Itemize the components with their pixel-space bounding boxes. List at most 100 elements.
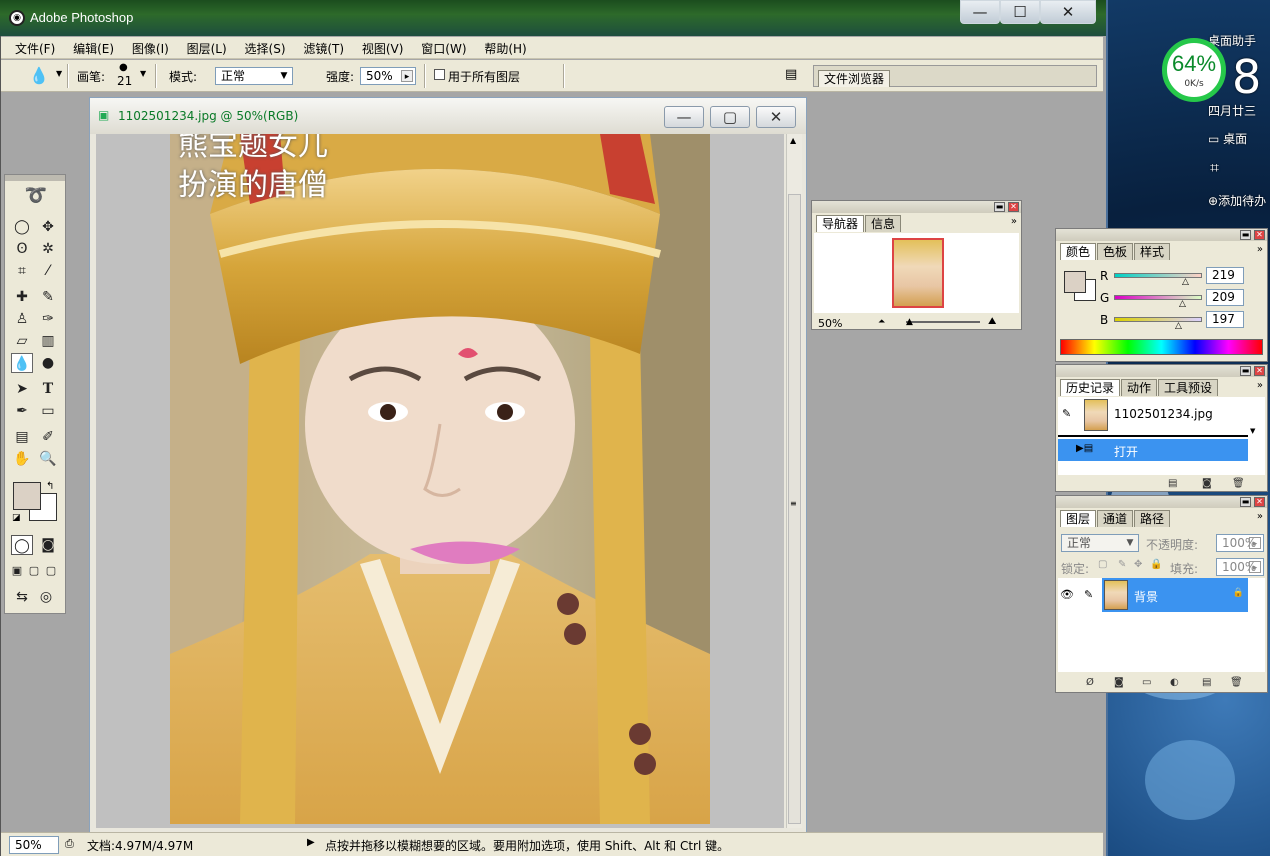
trash-icon[interactable]: 🗑 [1230,677,1243,688]
snapshot-thumbnail[interactable] [1084,399,1108,431]
layer-mask-icon[interactable]: ◙ [1114,677,1124,688]
palette-close-icon[interactable]: ✕ [1008,202,1019,212]
dodge-tool-icon[interactable]: ● [37,353,59,373]
tab-history[interactable]: 历史记录 [1060,379,1121,396]
adjustment-layer-icon[interactable]: ◐ [1170,677,1179,688]
menu-help[interactable]: 帮助(H) [484,37,526,57]
slice-tool-icon[interactable]: ⁄ [37,261,59,281]
r-slider-thumb-icon[interactable]: △ [1182,277,1189,287]
shape-tool-icon[interactable]: ▭ [37,401,59,421]
eyedropper-tool-icon[interactable]: ✐ [37,427,59,447]
brush-tool-icon[interactable]: ✎ [37,287,59,307]
crop-icon[interactable]: ⌗ [1210,158,1219,178]
doc-minimize-button[interactable]: — [664,106,704,128]
hand-tool-icon[interactable]: ✋ [11,449,33,469]
preset-dropdown-icon[interactable]: ▼ [56,69,62,78]
tab-styles[interactable]: 样式 [1134,243,1171,260]
marquee-tool-icon[interactable]: ◯ [11,217,33,237]
pen-tool-icon[interactable]: ✒ [11,401,33,421]
tab-paths[interactable]: 路径 [1134,510,1171,527]
desktop-shortcut[interactable]: ▭ 桌面 [1208,130,1247,147]
zoom-out-icon[interactable]: ⏶ [878,317,885,327]
tab-actions[interactable]: 动作 [1121,379,1158,396]
lock-pixels-icon[interactable]: ✎ [1118,559,1126,570]
notes-tool-icon[interactable]: ▤ [11,427,33,447]
palette-minimize-icon[interactable]: ▬ [994,202,1005,212]
foreground-color-swatch[interactable] [13,482,41,510]
layers-palette-header[interactable]: ▬ ✕ [1056,496,1267,508]
path-selection-tool-icon[interactable]: ➤ [11,379,33,399]
tab-swatches[interactable]: 色板 [1097,243,1134,260]
zoom-tool-icon[interactable]: 🔍 [37,449,59,469]
opacity-input[interactable]: 100% ▸ [1216,534,1264,552]
doc-close-button[interactable]: ✕ [756,106,796,128]
blur-tool-icon[interactable]: 💧 [11,353,33,373]
swap-colors-icon[interactable]: ↰ [46,481,54,492]
zoom-in-icon[interactable]: ⛰ [988,316,996,327]
clone-stamp-tool-icon[interactable]: ♙ [11,309,33,329]
palette-close-icon[interactable]: ✕ [1254,230,1265,240]
file-browser-tab[interactable]: 文件浏览器 [818,70,891,87]
blur-tool-preset-icon[interactable]: 💧 [29,66,49,85]
lock-transparency-icon[interactable]: ▢ [1098,559,1107,570]
zoom-slider[interactable] [906,321,980,323]
fill-input[interactable]: 100% ▸ [1216,558,1264,576]
menu-view[interactable]: 视图(V) [362,37,404,57]
tab-color[interactable]: 颜色 [1060,243,1097,260]
new-layer-icon[interactable]: ▤ [1202,677,1211,688]
screen-mode-standard-icon[interactable]: ▣ [9,561,25,581]
color-fg-swatch[interactable] [1064,271,1086,293]
menu-filter[interactable]: 滤镜(T) [303,37,344,57]
tab-navigator[interactable]: 导航器 [816,215,865,232]
scroll-up-icon[interactable]: ▲ [790,136,796,145]
palette-options-icon[interactable]: » [1257,244,1263,255]
r-value[interactable]: 219 [1206,267,1244,284]
new-snapshot-icon[interactable]: ◙ [1202,478,1212,489]
toolbox-grip[interactable] [5,175,65,181]
default-colors-icon[interactable]: ◪ [12,513,21,523]
zoom-field[interactable]: 50% [9,836,59,854]
tab-layers[interactable]: 图层 [1060,510,1097,527]
mode-select[interactable]: 正常 ▼ [215,67,293,85]
minimize-button[interactable]: — [960,0,1000,24]
crop-tool-icon[interactable]: ⌗ [11,261,33,281]
doc-maximize-button[interactable]: ▢ [710,106,750,128]
history-brush-source-icon[interactable]: ✎ [1062,407,1071,420]
brush-link-icon[interactable]: ✎ [1084,588,1093,601]
palette-options-icon[interactable]: » [1011,216,1017,227]
jump-to-imageready-icon[interactable]: ⇆ [11,587,33,607]
screen-mode-full-icon[interactable]: ▢ [43,561,59,581]
b-slider-thumb-icon[interactable]: △ [1175,321,1182,331]
history-step-open[interactable]: ▶▤ 打开 [1058,439,1248,461]
brush-dropdown-icon[interactable]: ▼ [140,69,146,78]
menu-image[interactable]: 图像(I) [132,37,169,57]
lock-all-icon[interactable]: 🔒 [1150,559,1162,570]
b-value[interactable]: 197 [1206,311,1244,328]
new-group-icon[interactable]: ▭ [1142,677,1151,688]
magic-wand-tool-icon[interactable]: ✲ [37,239,59,259]
zoom-slider-thumb-icon[interactable]: ▲ [906,317,913,327]
trash-icon[interactable]: 🗑 [1232,478,1245,489]
palette-options-icon[interactable]: » [1257,380,1263,391]
navigator-zoom[interactable]: 50% [818,317,842,330]
layer-style-icon[interactable]: Ø [1086,677,1094,688]
photoshop-feather-icon[interactable]: ➰ [9,185,63,213]
tab-info[interactable]: 信息 [865,215,902,232]
color-ramp[interactable] [1060,339,1263,355]
navigator-thumbnail[interactable] [892,238,944,308]
screen-mode-full-menu-icon[interactable]: ▢ [26,561,42,581]
palette-minimize-icon[interactable]: ▬ [1240,366,1251,376]
palette-minimize-icon[interactable]: ▬ [1240,230,1251,240]
menu-select[interactable]: 选择(S) [245,37,286,57]
tab-channels[interactable]: 通道 [1097,510,1134,527]
document-image[interactable]: 熊宝题女儿 扮演的唐僧 [170,134,710,824]
g-value[interactable]: 209 [1206,289,1244,306]
healing-brush-tool-icon[interactable]: ✚ [11,287,33,307]
menu-edit[interactable]: 编辑(E) [73,37,114,57]
lock-position-icon[interactable]: ✥ [1134,559,1142,570]
quick-mask-mode-icon[interactable]: ◙ [37,535,59,555]
palette-close-icon[interactable]: ✕ [1254,366,1265,376]
brush-size[interactable]: 21 [117,74,132,88]
close-button[interactable]: ✕ [1040,0,1096,24]
color-palette-header[interactable]: ▬ ✕ [1056,229,1267,241]
